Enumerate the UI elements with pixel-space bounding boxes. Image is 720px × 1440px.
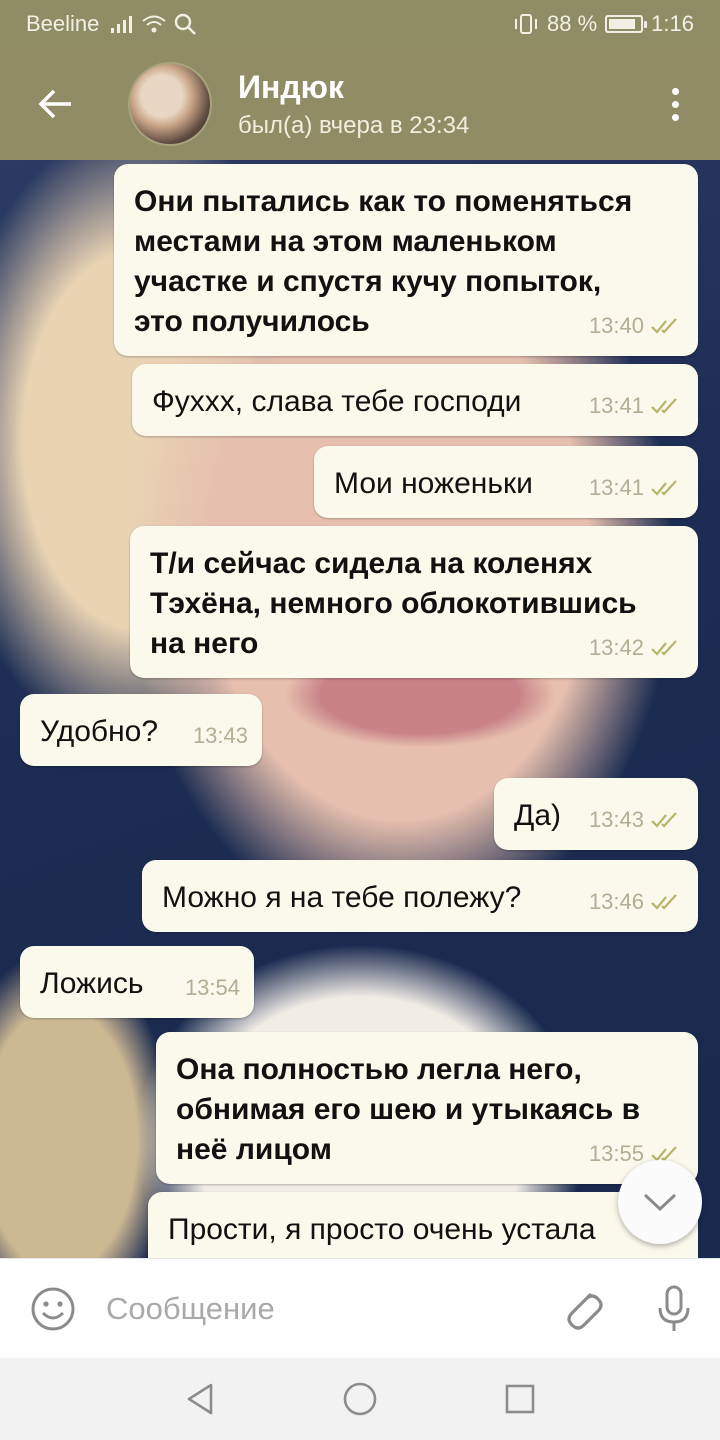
chevron-down-icon	[643, 1193, 677, 1212]
signal-icon	[111, 16, 133, 33]
double-check-icon	[651, 480, 677, 496]
status-bar: Beeline 88 % 1:16	[0, 0, 720, 48]
circle-home-icon	[343, 1382, 377, 1416]
double-check-icon	[651, 318, 677, 334]
wifi-icon	[142, 15, 167, 33]
message-text: Прости, я просто очень устала	[168, 1213, 596, 1246]
arrow-left-icon	[38, 89, 71, 119]
chat-header: Индюк был(а) вчера в 23:34	[0, 48, 720, 160]
message-time: 13:41	[588, 475, 644, 500]
vibrate-icon	[515, 14, 538, 34]
attach-button[interactable]	[536, 1259, 628, 1359]
message-time: 13:42	[588, 635, 644, 660]
message-bubble[interactable]: Можно я на тебе полежу? 13:46	[142, 860, 698, 932]
smiley-icon	[31, 1287, 75, 1330]
message-time: 13:40	[588, 313, 644, 338]
double-check-icon	[651, 398, 677, 414]
system-nav-bar	[0, 1358, 720, 1440]
triangle-back-icon	[187, 1383, 213, 1415]
message-time: 13:54	[184, 975, 240, 1000]
microphone-button[interactable]	[628, 1259, 720, 1359]
microphone-icon	[658, 1285, 690, 1331]
chat-area[interactable]: Они пытались как то поменяться местами н…	[0, 160, 720, 1258]
scroll-down-button[interactable]	[618, 1160, 702, 1244]
message-time: 13:46	[588, 889, 644, 914]
nav-recent-button[interactable]	[495, 1374, 545, 1424]
clock: 1:16	[651, 11, 694, 36]
search-icon	[175, 13, 197, 35]
carrier-label: Beeline	[26, 11, 100, 36]
message-bubble[interactable]: Они пытались как то поменяться местами н…	[114, 164, 698, 356]
paperclip-icon	[567, 1292, 603, 1330]
double-check-icon	[651, 812, 677, 828]
nav-home-button[interactable]	[335, 1374, 385, 1424]
message-bubble[interactable]: Да) 13:43	[494, 778, 698, 850]
double-check-icon	[651, 640, 677, 656]
message-time: 13:41	[588, 393, 644, 418]
message-composer	[0, 1258, 720, 1358]
emoji-button[interactable]	[0, 1259, 106, 1359]
double-check-icon	[651, 894, 677, 910]
message-bubble[interactable]: Мои ноженьки 13:41	[314, 446, 698, 518]
message-bubble-incoming[interactable]: Ложись 13:54	[20, 946, 254, 1018]
message-time: 13:43	[192, 723, 248, 748]
message-bubble[interactable]: Т/и сейчас сидела на коленях Тэхёна, нем…	[130, 526, 698, 678]
message-bubble[interactable]: Прости, я просто очень устала	[148, 1192, 698, 1258]
more-vert-icon[interactable]	[630, 48, 720, 160]
nav-back-button[interactable]	[175, 1374, 225, 1424]
message-bubble[interactable]: Фуххх, слава тебе господи 13:41	[132, 364, 698, 436]
last-seen: был(а) вчера в 23:34	[238, 111, 470, 139]
back-button[interactable]	[0, 48, 110, 160]
contact-info[interactable]: Индюк был(а) вчера в 23:34	[238, 69, 469, 140]
contact-name: Индюк	[238, 68, 344, 105]
battery-percent: 88 %	[547, 11, 598, 36]
message-time: 13:43	[588, 807, 644, 832]
message-input[interactable]	[106, 1290, 536, 1327]
message-bubble-incoming[interactable]: Удобно? 13:43	[20, 694, 262, 766]
message-bubble[interactable]: Она полностью легла него, обнимая его ше…	[156, 1032, 698, 1184]
avatar[interactable]	[128, 62, 212, 146]
signal-icons	[109, 12, 197, 36]
square-recent-icon	[505, 1384, 535, 1414]
battery-icon	[605, 15, 648, 33]
